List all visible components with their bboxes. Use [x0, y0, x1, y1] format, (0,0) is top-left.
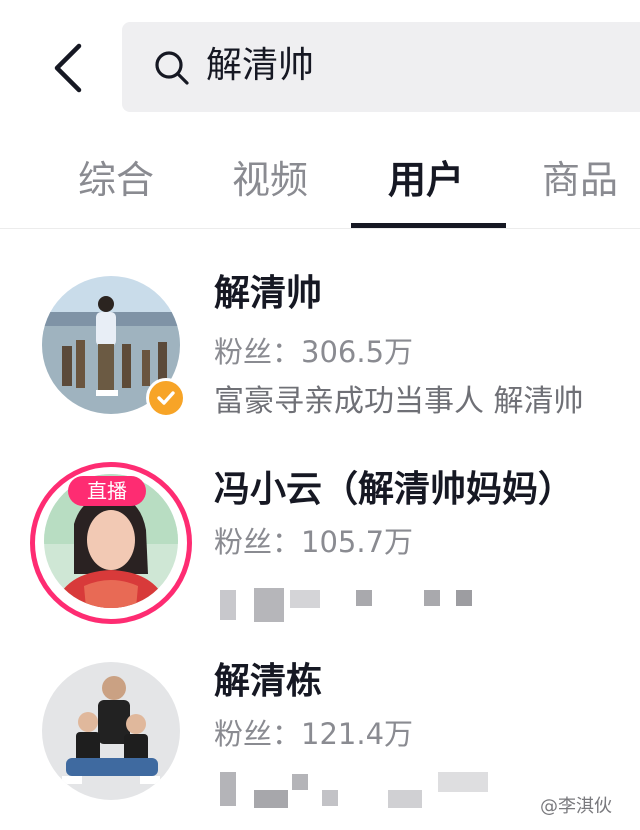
live-badge: 直播 — [68, 476, 146, 506]
follower-count: 粉丝：121.4万 — [214, 717, 414, 751]
tab-users[interactable]: 用户 — [388, 155, 464, 205]
search-query: 解清帅 — [206, 45, 315, 86]
active-tab-indicator — [351, 223, 506, 228]
tab-bar: 综合 视频 用户 商品 — [0, 135, 640, 229]
avatar-photo — [42, 662, 180, 800]
watermark: @李淇伙 — [540, 796, 612, 817]
user-name: 解清栋 — [214, 661, 323, 702]
tab-videos[interactable]: 视频 — [232, 155, 308, 205]
search-input[interactable]: 解清帅 — [122, 22, 640, 112]
top-bar: 解清帅 — [0, 0, 640, 135]
user-name: 冯小云（解清帅妈妈） — [214, 469, 575, 510]
back-button[interactable] — [40, 36, 96, 100]
tab-all[interactable]: 综合 — [78, 155, 154, 205]
user-name: 解清帅 — [214, 273, 323, 314]
chevron-left-icon — [54, 43, 82, 93]
follower-count: 粉丝：306.5万 — [214, 335, 414, 369]
verified-badge-icon — [146, 378, 186, 418]
search-icon — [155, 51, 189, 85]
follower-count: 粉丝：105.7万 — [214, 525, 414, 559]
tab-products[interactable]: 商品 — [542, 155, 618, 205]
avatar[interactable] — [42, 662, 180, 800]
user-description: 富豪寻亲成功当事人 解清帅 — [214, 384, 584, 419]
